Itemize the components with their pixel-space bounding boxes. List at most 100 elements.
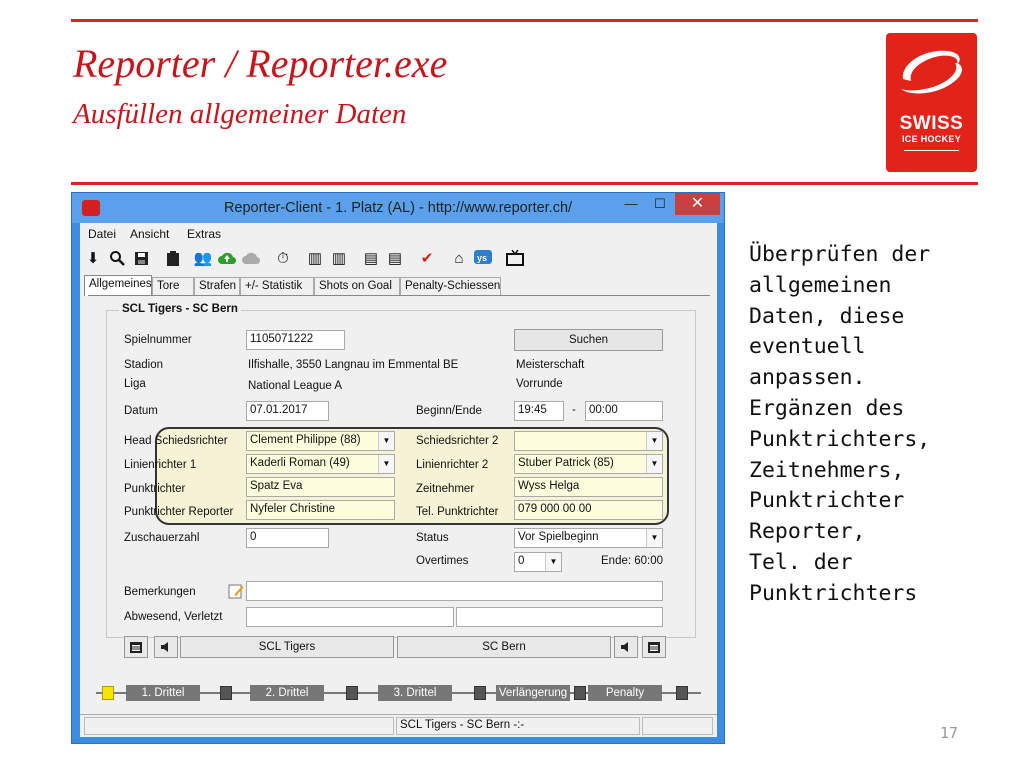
search-icon[interactable] bbox=[106, 247, 128, 269]
tv-icon[interactable] bbox=[504, 247, 526, 269]
abwesend-away-input[interactable] bbox=[456, 607, 663, 627]
datum-input[interactable]: 07.01.2017 bbox=[246, 401, 329, 421]
cloud-icon[interactable] bbox=[240, 247, 262, 269]
referee-icon-2[interactable]: ▤ bbox=[384, 247, 406, 269]
away-team-button[interactable]: SC Bern bbox=[397, 636, 611, 658]
punktrichter-reporter-label: Punktrichter Reporter bbox=[124, 506, 234, 518]
tab-statistik[interactable]: +/- Statistik bbox=[240, 277, 314, 295]
chevron-down-icon: ▼ bbox=[646, 529, 662, 547]
head-schiedsrichter-label: Head Schiedsrichter bbox=[124, 435, 228, 447]
linienrichter2-value: Stuber Patrick (85) bbox=[518, 457, 614, 469]
datum-label: Datum bbox=[124, 405, 158, 417]
chevron-down-icon: ▼ bbox=[545, 553, 561, 571]
punktrichter-input[interactable]: Spatz Eva bbox=[246, 477, 395, 497]
menu-datei[interactable]: Datei bbox=[88, 227, 116, 241]
status-value: Vor Spielbeginn bbox=[518, 531, 599, 543]
period-1-drittel[interactable]: 1. Drittel bbox=[126, 685, 200, 701]
vorrunde-value: Vorrunde bbox=[516, 378, 563, 390]
upload-icon[interactable] bbox=[216, 247, 238, 269]
calendar-icon-2[interactable] bbox=[642, 636, 666, 658]
timeline-marker[interactable] bbox=[676, 686, 688, 700]
timeline-marker-current[interactable] bbox=[102, 686, 114, 700]
zuschauerzahl-label: Zuschauerzahl bbox=[124, 532, 200, 544]
maximize-button[interactable]: ☐ bbox=[646, 193, 674, 215]
tab-allgemeines[interactable]: Allgemeines bbox=[84, 275, 152, 296]
liga-label: Liga bbox=[124, 378, 146, 390]
speaker-icon[interactable] bbox=[154, 636, 178, 658]
logo-text-swiss: SWISS bbox=[899, 113, 964, 134]
status-select[interactable]: Vor Spielbeginn ▼ bbox=[514, 528, 663, 548]
overtimes-label: Overtimes bbox=[416, 555, 469, 567]
period-penalty[interactable]: Penalty bbox=[588, 685, 662, 701]
close-button[interactable]: ✕ bbox=[675, 193, 720, 215]
linienrichter2-select[interactable]: Stuber Patrick (85) ▼ bbox=[514, 454, 663, 474]
schiedsrichter2-label: Schiedsrichter 2 bbox=[416, 435, 499, 447]
bemerkungen-input[interactable] bbox=[246, 581, 663, 601]
minimize-button[interactable]: — bbox=[617, 193, 645, 215]
tab-shots-on-goal[interactable]: Shots on Goal bbox=[314, 277, 400, 295]
swiss-ice-hockey-logo: SWISS ICE HOCKEY bbox=[886, 33, 977, 172]
lineup-icon[interactable]: ▥ bbox=[304, 247, 326, 269]
players-icon[interactable]: 👥 bbox=[192, 247, 214, 269]
status-label: Status bbox=[416, 532, 449, 544]
clipboard-icon[interactable] bbox=[162, 247, 184, 269]
status-cell-left bbox=[84, 717, 394, 735]
spielnummer-input[interactable]: 1105071222 bbox=[246, 330, 345, 350]
tel-punktrichter-label: Tel. Punktrichter bbox=[416, 506, 499, 518]
overtimes-value: 0 bbox=[518, 555, 525, 567]
zuschauerzahl-input[interactable]: 0 bbox=[246, 528, 329, 548]
tab-penalty-schiessen[interactable]: Penalty-Schiessen bbox=[400, 277, 501, 295]
chevron-down-icon: ▼ bbox=[646, 432, 662, 450]
home-icon[interactable]: ⌂ bbox=[448, 247, 470, 269]
menu-extras[interactable]: Extras bbox=[187, 227, 221, 241]
team-bar: SCL Tigers SC Bern bbox=[124, 636, 668, 658]
checkmark-icon[interactable]: ✔ bbox=[416, 247, 438, 269]
status-cell-right bbox=[642, 717, 713, 735]
home-team-button[interactable]: SCL Tigers bbox=[180, 636, 394, 658]
time-separator: - bbox=[572, 404, 576, 416]
ende-info: Ende: 60:00 bbox=[601, 555, 664, 567]
period-2-drittel[interactable]: 2. Drittel bbox=[250, 685, 324, 701]
stopwatch-icon[interactable]: ⏱ bbox=[272, 247, 294, 269]
zeitnehmer-input[interactable]: Wyss Helga bbox=[514, 477, 663, 497]
punktrichter-reporter-input[interactable]: Nyfeler Christine bbox=[246, 500, 395, 520]
yes-icon[interactable]: ys bbox=[472, 247, 494, 269]
speaker-icon-2[interactable] bbox=[614, 636, 638, 658]
status-bar: SCL Tigers - SC Bern -:- bbox=[80, 714, 717, 736]
timeline-marker[interactable] bbox=[574, 686, 586, 700]
svg-text:ys: ys bbox=[477, 253, 487, 263]
zeitnehmer-label: Zeitnehmer bbox=[416, 483, 475, 495]
page-number: 17 bbox=[940, 724, 959, 742]
edit-note-icon[interactable] bbox=[228, 583, 244, 599]
referee-icon[interactable]: ▤ bbox=[360, 247, 382, 269]
period-3-drittel[interactable]: 3. Drittel bbox=[378, 685, 452, 701]
overtimes-select[interactable]: 0 ▼ bbox=[514, 552, 562, 572]
timeline-marker[interactable] bbox=[474, 686, 486, 700]
period-verlaengerung[interactable]: Verlängerung bbox=[496, 685, 570, 701]
calendar-icon[interactable] bbox=[124, 636, 148, 658]
top-rule bbox=[71, 19, 978, 22]
timeline-marker[interactable] bbox=[220, 686, 232, 700]
download-icon[interactable]: ⬇ bbox=[82, 247, 104, 269]
lineup-icon-2[interactable]: ▥ bbox=[328, 247, 350, 269]
window-titlebar[interactable]: Reporter-Client - 1. Platz (AL) - http:/… bbox=[72, 193, 724, 223]
toolbar: ⬇ 👥 ⏱ ▥ ▥ ▤ ▤ ✔ ⌂ ys bbox=[80, 245, 717, 271]
abwesend-home-input[interactable] bbox=[246, 607, 454, 627]
beginn-input[interactable]: 19:45 bbox=[514, 401, 564, 421]
chevron-down-icon: ▼ bbox=[378, 432, 394, 450]
linienrichter1-select[interactable]: Kaderli Roman (49) ▼ bbox=[246, 454, 395, 474]
stadion-value: Ilfishalle, 3550 Langnau im Emmental BE bbox=[248, 359, 459, 371]
linienrichter1-label: Linienrichter 1 bbox=[124, 459, 197, 471]
suchen-button[interactable]: Suchen bbox=[514, 329, 663, 351]
timeline-marker[interactable] bbox=[346, 686, 358, 700]
schiedsrichter2-select[interactable]: ▼ bbox=[514, 431, 663, 451]
beginn-label: Beginn/Ende bbox=[416, 405, 482, 417]
head-schiedsrichter-select[interactable]: Clement Philippe (88) ▼ bbox=[246, 431, 395, 451]
save-icon[interactable] bbox=[130, 247, 152, 269]
tab-strafen[interactable]: Strafen bbox=[194, 277, 240, 295]
tel-punktrichter-input[interactable]: 079 000 00 00 bbox=[514, 500, 663, 520]
tab-tore[interactable]: Tore bbox=[152, 277, 194, 295]
menu-ansicht[interactable]: Ansicht bbox=[130, 227, 169, 241]
ende-input[interactable]: 00:00 bbox=[585, 401, 663, 421]
spielnummer-label: Spielnummer bbox=[124, 334, 192, 346]
